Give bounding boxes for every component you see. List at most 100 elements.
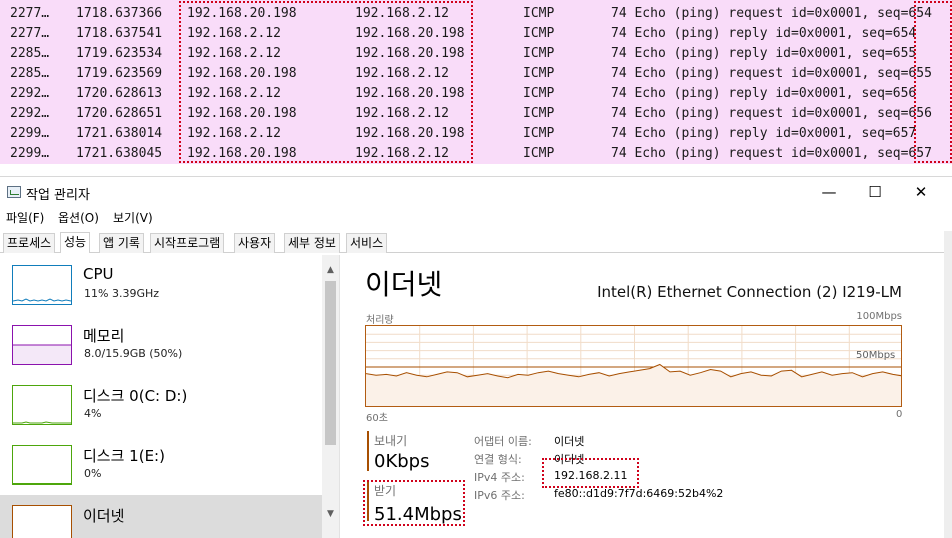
- tab-bar: 프로세스 성능 앱 기록 시작프로그램 사용자 세부 정보 서비스: [0, 231, 944, 253]
- packet-info: 74 Echo (ping) request id=0x0001, seq=65…: [611, 66, 932, 81]
- resource-usage: 0%: [84, 467, 102, 480]
- resource-name: 디스크 0(C: D:): [83, 387, 188, 405]
- resource-name: 디스크 1(E:): [83, 447, 165, 465]
- packet-time: 1721.638045: [76, 146, 163, 161]
- cpu-thumbnail: [12, 265, 72, 305]
- task-manager-icon: [7, 186, 21, 198]
- highlight-ipv4-address: [542, 458, 639, 488]
- resource-ethernet[interactable]: 이더넷: [0, 495, 322, 538]
- packet-info: 74 Echo (ping) request id=0x0001, seq=65…: [611, 106, 932, 121]
- graph-max-label: 100Mbps: [856, 311, 902, 322]
- send-indicator: [367, 431, 369, 471]
- scroll-thumb[interactable]: [325, 281, 336, 445]
- ipv6-value: fe80::d1d9:7f7d:6469:52b4%2: [554, 487, 724, 500]
- packet-protocol: ICMP: [523, 146, 555, 161]
- disk-1-thumbnail: [12, 445, 72, 485]
- packet-time: 1720.628613: [76, 86, 163, 101]
- close-button[interactable]: ✕: [898, 177, 944, 207]
- disk-0-thumbnail: [12, 385, 72, 425]
- packet-time: 1718.637541: [76, 26, 163, 41]
- connection-type-key: 연결 형식:: [474, 453, 522, 466]
- highlight-receive-rate: [363, 480, 465, 526]
- packet-row[interactable]: 2292… 1720.628651 192.168.20.198 192.168.2.…: [0, 104, 952, 124]
- resource-memory[interactable]: 메모리 8.0/15.9GB (50%): [0, 315, 322, 375]
- menu-bar: 파일(F) 옵션(O) 보기(V): [0, 207, 952, 227]
- resource-name: CPU: [83, 265, 114, 283]
- packet-protocol: ICMP: [523, 46, 555, 61]
- packet-number: 2277…: [10, 26, 50, 41]
- resource-disk-1[interactable]: 디스크 1(E:) 0%: [0, 435, 322, 495]
- packet-protocol: ICMP: [523, 26, 555, 41]
- menu-file[interactable]: 파일(F): [6, 209, 44, 226]
- scroll-up-arrow-icon[interactable]: ▲: [322, 265, 339, 277]
- packet-info: 74 Echo (ping) request id=0x0001, seq=65…: [611, 6, 932, 21]
- adapter-name-key: 어댑터 이름:: [474, 435, 532, 448]
- resource-name: 메모리: [83, 327, 125, 345]
- detail-scrollbar[interactable]: [944, 231, 952, 538]
- packet-protocol: ICMP: [523, 126, 555, 141]
- packet-info: 74 Echo (ping) reply id=0x0001, seq=655: [611, 46, 917, 61]
- packet-time: 1720.628651: [76, 106, 163, 121]
- title-bar[interactable]: 작업 관리자 — ☐ ✕: [0, 177, 952, 207]
- tab-app-history[interactable]: 앱 기록: [99, 233, 144, 253]
- packet-number: 2285…: [10, 66, 50, 81]
- packet-row[interactable]: 2299… 1721.638045 192.168.20.198 192.168.2.…: [0, 144, 952, 164]
- packet-row[interactable]: 2292… 1720.628613 192.168.2.12 192.168.20.1…: [0, 84, 952, 104]
- detail-title: 이더넷: [365, 268, 443, 301]
- packet-info: 74 Echo (ping) reply id=0x0001, seq=654: [611, 26, 917, 41]
- packet-time: 1719.623569: [76, 66, 163, 81]
- ipv6-key: IPv6 주소:: [474, 489, 525, 502]
- menu-options[interactable]: 옵션(O): [58, 209, 99, 226]
- packet-number: 2277…: [10, 6, 50, 21]
- packet-number: 2285…: [10, 46, 50, 61]
- send-value: 0Kbps: [374, 451, 430, 472]
- send-label: 보내기: [374, 434, 408, 448]
- task-manager-window: 작업 관리자 — ☐ ✕ 파일(F) 옵션(O) 보기(V) 프로세스 성능 앱…: [0, 176, 952, 538]
- resource-usage: 11% 3.39GHz: [84, 287, 160, 300]
- tab-details[interactable]: 세부 정보: [284, 233, 340, 253]
- graph-mid-label: 50Mbps: [856, 350, 896, 361]
- highlight-seq-column: [914, 1, 952, 163]
- adapter-name-value: 이더넷: [554, 435, 585, 448]
- packet-info: 74 Echo (ping) reply id=0x0001, seq=657: [611, 126, 917, 141]
- minimize-button[interactable]: —: [806, 177, 852, 207]
- packet-row[interactable]: 2277… 1718.637366 192.168.20.198 192.168.2.…: [0, 4, 952, 24]
- packet-number: 2292…: [10, 106, 50, 121]
- scroll-down-arrow-icon[interactable]: ▼: [322, 509, 339, 521]
- memory-thumbnail: [12, 325, 72, 365]
- resource-disk-0[interactable]: 디스크 0(C: D:) 4%: [0, 375, 322, 435]
- packet-protocol: ICMP: [523, 86, 555, 101]
- menu-view[interactable]: 보기(V): [113, 209, 153, 226]
- maximize-button[interactable]: ☐: [852, 177, 898, 207]
- packet-time: 1719.623534: [76, 46, 163, 61]
- packet-protocol: ICMP: [523, 66, 555, 81]
- throughput-graph: [365, 325, 902, 407]
- packet-protocol: ICMP: [523, 106, 555, 121]
- graph-time-left: 60초: [366, 413, 388, 424]
- packet-row[interactable]: 2285… 1719.623534 192.168.2.12 192.168.20.1…: [0, 44, 952, 64]
- packet-number: 2292…: [10, 86, 50, 101]
- packet-list: 2277… 1718.637366 192.168.20.198 192.168.2.…: [0, 0, 952, 164]
- ipv4-key: IPv4 주소:: [474, 471, 525, 484]
- packet-info: 74 Echo (ping) request id=0x0001, seq=65…: [611, 146, 932, 161]
- tab-services[interactable]: 서비스: [346, 233, 388, 253]
- tab-processes[interactable]: 프로세스: [3, 233, 56, 253]
- packet-protocol: ICMP: [523, 6, 555, 21]
- ethernet-thumbnail: [12, 505, 72, 538]
- tab-startup[interactable]: 시작프로그램: [150, 233, 225, 253]
- resource-usage: 8.0/15.9GB (50%): [84, 347, 183, 360]
- resource-name: 이더넷: [83, 507, 125, 525]
- packet-time: 1721.638014: [76, 126, 163, 141]
- tab-performance[interactable]: 성능: [60, 232, 91, 253]
- packet-info: 74 Echo (ping) reply id=0x0001, seq=656: [611, 86, 917, 101]
- resource-list: CPU 11% 3.39GHz 메모리 8.0/15.9GB (50%) 디스크…: [0, 255, 340, 538]
- packet-row[interactable]: 2277… 1718.637541 192.168.2.12 192.168.20.1…: [0, 24, 952, 44]
- tab-users[interactable]: 사용자: [234, 233, 276, 253]
- packet-row[interactable]: 2299… 1721.638014 192.168.2.12 192.168.20.1…: [0, 124, 952, 144]
- packet-number: 2299…: [10, 126, 50, 141]
- packet-number: 2299…: [10, 146, 50, 161]
- resource-cpu[interactable]: CPU 11% 3.39GHz: [0, 255, 322, 315]
- resource-usage: 4%: [84, 407, 102, 420]
- resource-list-scrollbar[interactable]: ▲ ▼: [322, 255, 339, 538]
- packet-row[interactable]: 2285… 1719.623569 192.168.20.198 192.168.2.…: [0, 64, 952, 84]
